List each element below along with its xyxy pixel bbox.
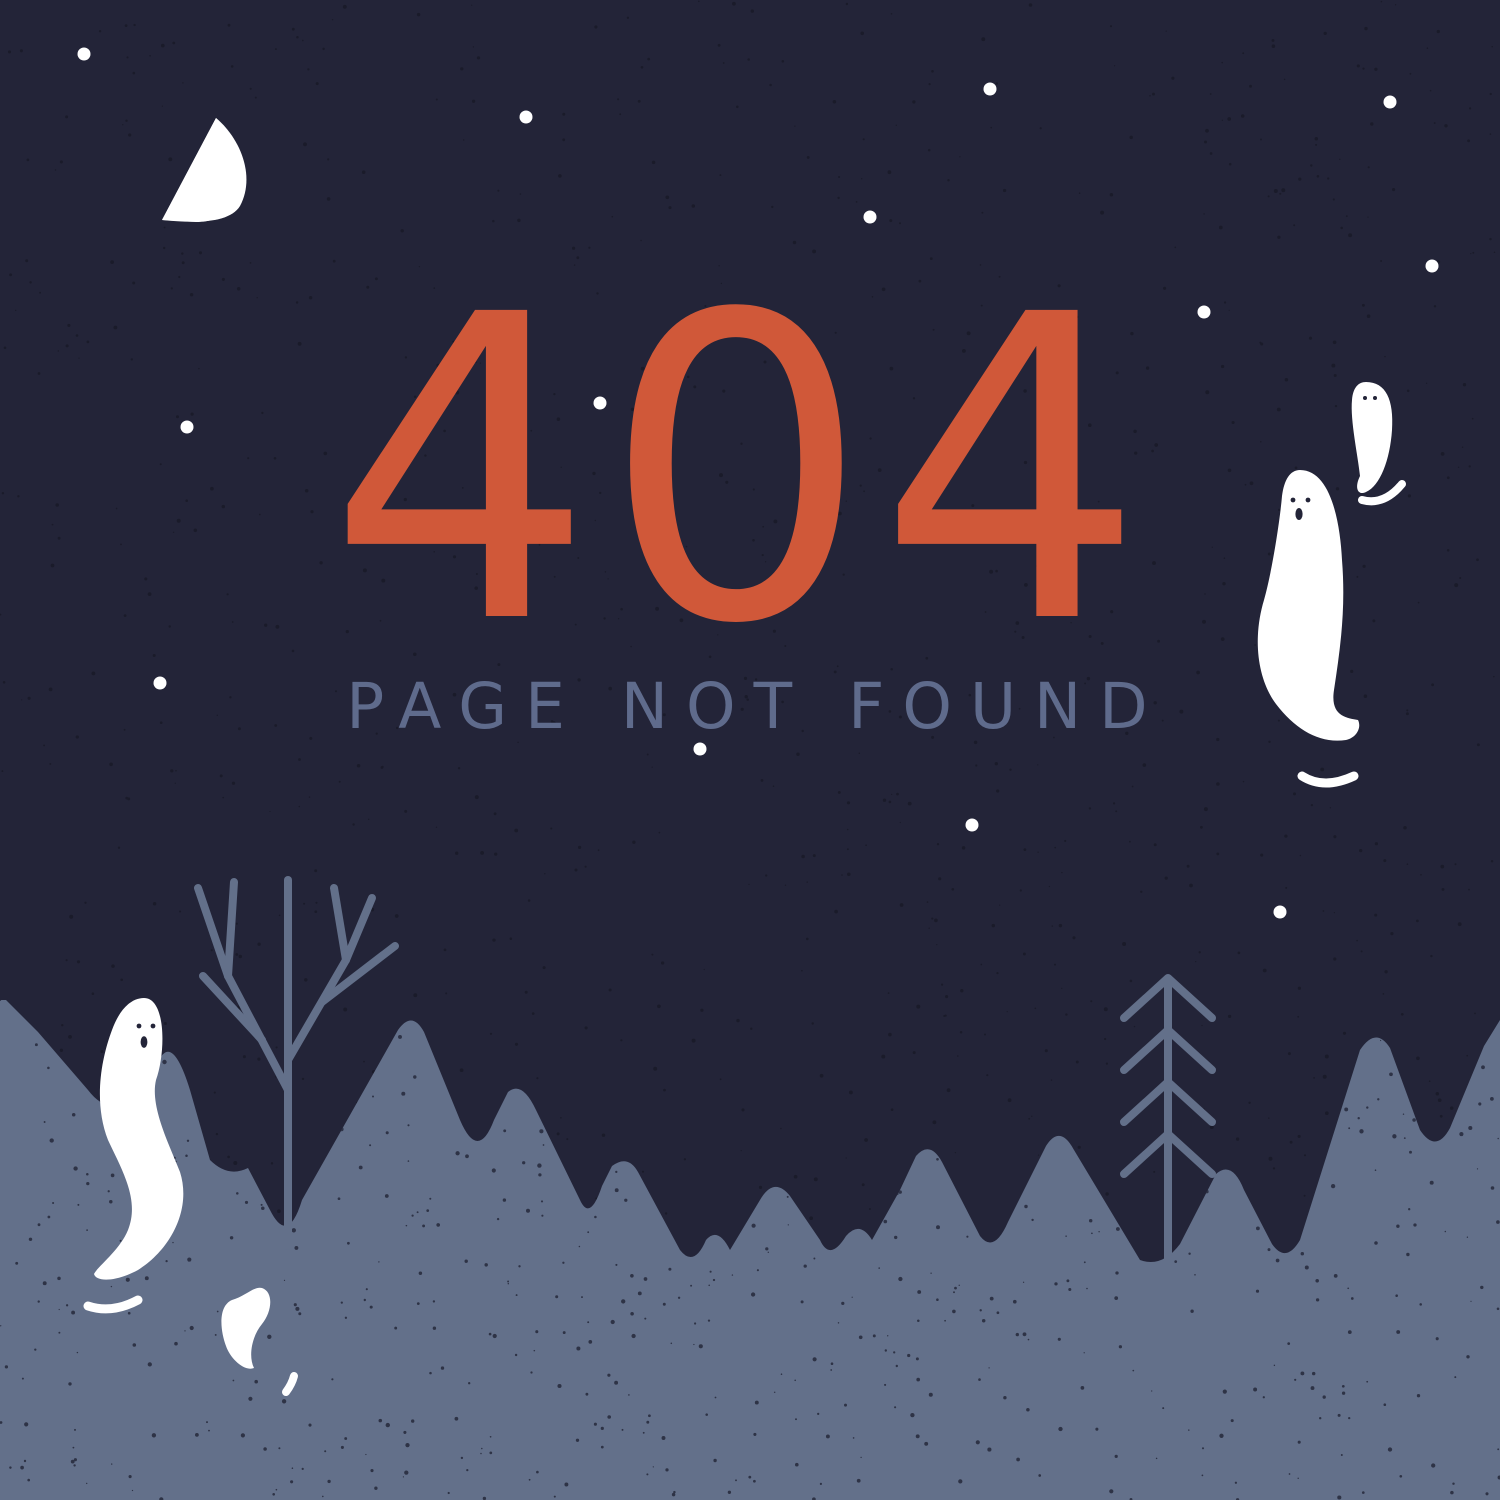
star-icon <box>519 110 533 124</box>
moon-icon <box>162 118 247 222</box>
not-found-illustration: 404 PAGE NOT FOUND <box>0 0 1500 1500</box>
star-icon <box>863 210 877 224</box>
star-icon <box>1383 95 1397 109</box>
error-code-heading: 404 <box>327 227 1153 716</box>
star-icon <box>983 82 997 96</box>
star-icon <box>965 818 979 832</box>
error-message: PAGE NOT FOUND <box>346 670 1166 743</box>
star-icon <box>693 742 707 756</box>
star-icon <box>1273 905 1287 919</box>
star-icon <box>77 47 91 61</box>
ground <box>0 1000 1500 1500</box>
night-forest-artwork <box>0 0 1500 1500</box>
